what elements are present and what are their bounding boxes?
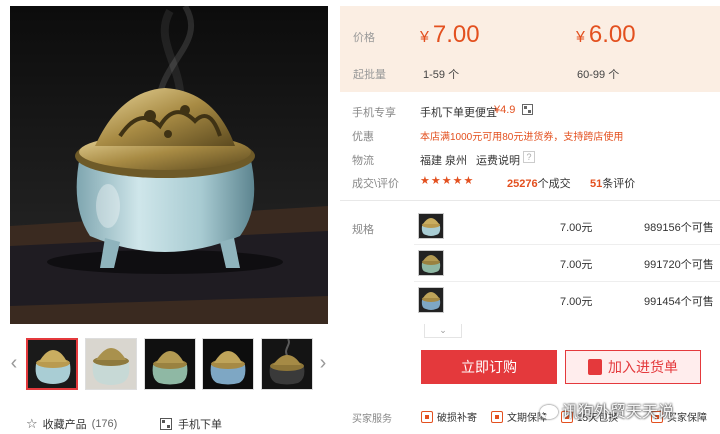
price-panel [340,6,720,92]
star-outline-icon: ☆ [26,416,38,431]
shipping-info-link[interactable]: 运费说明 [476,152,520,168]
price-tier-2: ¥6.00 [576,21,636,48]
spec-row[interactable]: 7.00元 989156个可售 [414,209,720,245]
add-to-cart-label: 加入进货单 [608,359,678,375]
buy-now-button[interactable]: 立即订购 [421,350,557,384]
gallery-thumbnail[interactable] [261,338,313,390]
spec-thumbnail [418,287,444,313]
collect-label: 收藏产品 [42,419,87,431]
cart-icon [588,359,602,375]
spec-row[interactable]: 7.00元 991454个可售 [414,283,720,319]
spec-row[interactable]: 7.00元 991720个可售 [414,246,720,282]
wechat-icon [540,405,558,419]
qr-code-icon [160,418,172,430]
service-item[interactable]: 文期保障 [491,409,547,424]
price-label: 价格 [353,32,375,44]
main-product-image[interactable] [10,6,328,324]
trade-count: 25276 [507,178,538,190]
mobile-order-label: 手机下单 [178,419,222,431]
deals-label: 成交\评价 [352,178,400,190]
help-icon[interactable]: ? [523,151,535,163]
spec-label: 规格 [352,224,374,236]
gallery-thumbnail[interactable] [144,338,196,390]
trade-suffix: 个成交 [537,178,571,190]
logistics-label: 物流 [352,155,374,167]
discount-text[interactable]: 本店满1000元可用80元进货券，支持跨店使用 [420,128,623,143]
services-label: 买家服务 [352,414,392,425]
watermark: 讯狗外贸天天说 [540,398,674,422]
spec-thumbnail [418,213,444,239]
spec-price: 7.00元 [560,222,593,234]
service-label: 破损补寄 [437,413,477,424]
discount-label: 优惠 [352,131,374,143]
section-divider [340,200,720,201]
review-summary[interactable]: 51条评价 [590,175,635,191]
review-count: 51 [590,178,603,190]
collect-count: (176) [91,418,118,430]
mobile-exclusive-text: 手机下单更便宜 [420,107,497,119]
service-item[interactable]: 破损补寄 [421,409,477,424]
tier-2-range: 60-99 个 [577,69,620,81]
service-badge-icon [421,410,433,423]
tier-1-range: 1-59 个 [423,69,460,81]
spec-stock: 991720个可售 [644,259,714,271]
spec-thumbnail [418,250,444,276]
trade-summary[interactable]: 25276个成交 [507,175,571,191]
review-suffix: 条评价 [602,178,636,190]
gallery-thumbnail[interactable] [202,338,254,390]
spec-price: 7.00元 [560,296,593,308]
watermark-text: 讯狗外贸天天说 [562,404,675,421]
mobile-exclusive-amount: ¥4.9 [494,104,516,116]
gallery-next-arrow-icon[interactable]: › [317,352,329,374]
collect-product[interactable]: ☆ 收藏产品 (176) [26,416,117,432]
add-to-cart-button[interactable]: 加入进货单 [565,350,701,384]
gallery-thumbnail[interactable] [26,338,78,390]
rating-stars-icon: ★★★★★ [420,175,475,187]
qr-code-icon[interactable] [522,104,533,115]
chevron-down-icon[interactable]: ⌄ [424,324,462,338]
moq-label: 起批量 [353,69,386,81]
gallery-prev-arrow-icon[interactable]: ‹ [8,352,20,374]
service-badge-icon [491,410,503,423]
logistics-origin: 福建 泉州 [420,155,468,167]
gallery-thumbnail[interactable] [85,338,137,390]
mobile-exclusive-label: 手机专享 [352,107,396,119]
spec-stock: 989156个可售 [644,222,714,234]
price-tier-1: ¥7.00 [420,21,480,48]
spec-stock: 991454个可售 [644,296,714,308]
spec-price: 7.00元 [560,259,593,271]
mobile-order-link[interactable]: 手机下单 [160,416,222,432]
